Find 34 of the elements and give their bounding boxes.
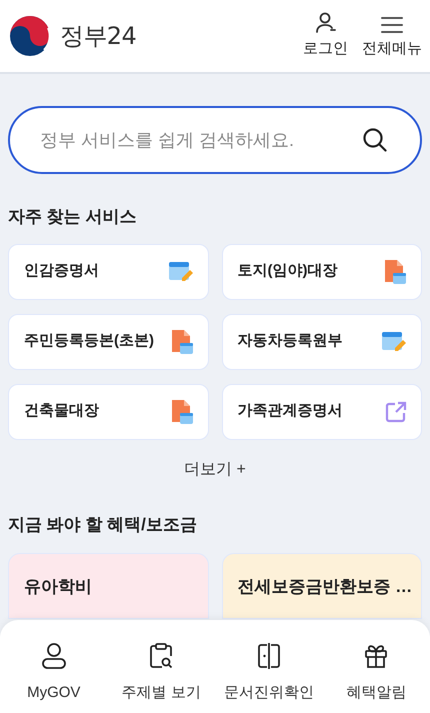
pdf-file-icon xyxy=(383,258,407,284)
menu-button[interactable]: 전체메뉴 xyxy=(362,16,422,60)
nav-tab[interactable]: 문서진위확인 xyxy=(215,642,322,713)
nav-tab[interactable]: 혜택알림 xyxy=(322,642,430,713)
menu-icon xyxy=(381,16,403,34)
government-emblem-icon xyxy=(8,14,52,58)
section-title: 자주 찾는 서비스 xyxy=(8,206,138,228)
split-document-icon xyxy=(256,642,282,670)
service-card[interactable]: 토지(임야)대장 xyxy=(222,244,422,300)
window-pencil-icon xyxy=(381,330,407,354)
section-title: 지금 봐야 할 혜택/보조금 xyxy=(8,514,198,536)
person-icon xyxy=(40,642,67,670)
service-card[interactable]: 주민등록등본(초본) xyxy=(8,314,208,370)
search-field[interactable]: 정부 서비스를 쉽게 검색하세요. xyxy=(8,106,422,174)
benefit-card[interactable]: 전세보증금반환보증 … xyxy=(222,553,422,619)
benefit-title: 유아학비 xyxy=(24,577,92,596)
logo-text[interactable]: 정부24 xyxy=(60,18,136,54)
service-card[interactable]: 자동차등록원부 xyxy=(222,314,422,370)
clipboard-search-icon xyxy=(148,642,174,670)
benefit-card[interactable]: 유아학비 xyxy=(8,553,208,619)
service-card[interactable]: 인감증명서 xyxy=(8,244,208,300)
external-link-icon xyxy=(385,400,407,422)
service-card[interactable]: 건축물대장 xyxy=(8,384,208,440)
benefit-title: 전세보증금반환보증 … xyxy=(238,577,412,596)
pdf-file-icon xyxy=(170,398,194,424)
pdf-file-icon xyxy=(170,328,194,354)
service-card[interactable]: 가족관계증명서 xyxy=(222,384,422,440)
search-icon[interactable] xyxy=(362,127,388,153)
nav-tab[interactable]: 주제별 보기 xyxy=(108,642,215,713)
nav-tab[interactable]: MyGOV xyxy=(0,642,108,713)
user-icon xyxy=(314,12,336,34)
window-pencil-icon xyxy=(168,260,194,284)
login-button[interactable]: 로그인 xyxy=(303,12,348,60)
more-button[interactable]: 더보기 + xyxy=(184,458,246,482)
